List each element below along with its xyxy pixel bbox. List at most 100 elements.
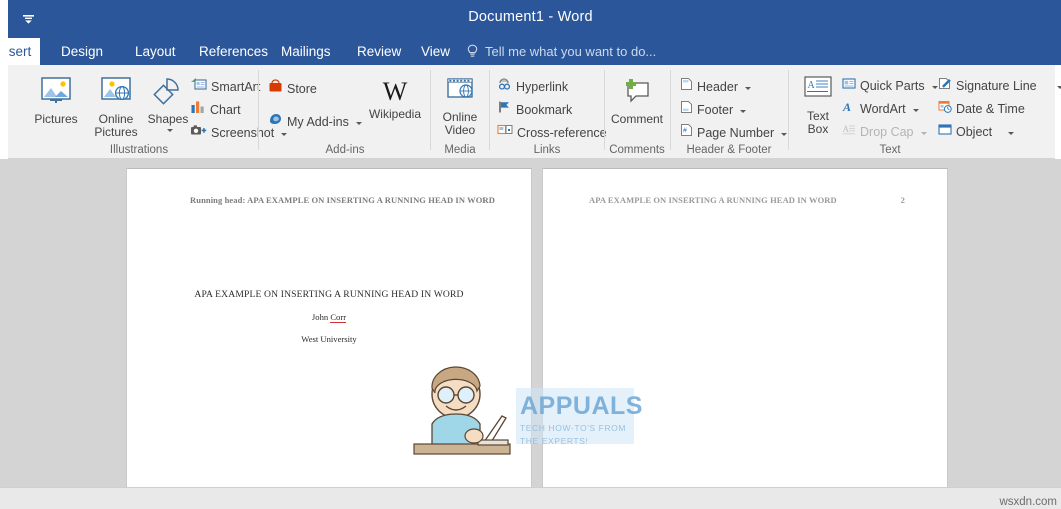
wikipedia-icon: W <box>382 77 408 106</box>
comment-icon <box>621 77 653 110</box>
my-addins-button[interactable]: My Add-ins <box>268 112 362 131</box>
drop-cap-icon: A <box>842 123 856 141</box>
page-number-chevron-down-icon[interactable] <box>781 132 788 136</box>
comment-button[interactable]: Comment <box>608 77 666 126</box>
tab-insert[interactable]: sert <box>0 38 40 65</box>
shapes-button[interactable]: Shapes <box>144 75 192 132</box>
page-number-button[interactable]: # Page Number <box>680 123 788 142</box>
footer-button[interactable]: Footer <box>680 100 747 119</box>
tab-layout[interactable]: Layout <box>126 38 185 65</box>
smartart-icon <box>190 77 207 96</box>
header-icon <box>680 77 693 96</box>
text-box-icon: A <box>803 75 833 107</box>
pictures-label: Pictures <box>34 112 78 126</box>
group-label-text: Text <box>879 144 901 156</box>
header-button[interactable]: Header <box>680 77 751 96</box>
signature-line-label: Signature Line <box>956 79 1037 93</box>
chart-button[interactable]: Chart <box>190 100 241 119</box>
group-label-illustrations: Illustrations <box>109 144 169 156</box>
page1-title-block[interactable]: APA EXAMPLE ON INSERTING A RUNNING HEAD … <box>127 289 531 344</box>
ribbon-group-media: Online Video Media <box>432 65 488 159</box>
tab-references[interactable]: References <box>190 38 277 65</box>
my-addins-label: My Add-ins <box>287 114 349 129</box>
object-button[interactable]: Object <box>938 123 1015 141</box>
date-time-button[interactable]: Date & Time <box>938 100 1025 118</box>
page-number-label: Page Number <box>697 125 775 140</box>
wordart-button[interactable]: A WordArt <box>842 100 919 118</box>
wordart-chevron-down-icon[interactable] <box>912 109 919 112</box>
wikipedia-label: Wikipedia <box>368 107 422 121</box>
group-separator-2 <box>430 70 431 150</box>
ribbon-left-edge <box>0 65 8 159</box>
page2-running-head[interactable]: APA EXAMPLE ON INSERTING A RUNNING HEAD … <box>543 195 947 205</box>
tab-mailings[interactable]: Mailings <box>272 38 340 65</box>
online-video-label-line1: Online <box>442 110 478 124</box>
group-separator-1 <box>258 70 259 150</box>
tab-view[interactable]: View <box>412 38 459 65</box>
group-label-media: Media <box>444 144 476 156</box>
group-label-header-footer: Header & Footer <box>686 144 772 156</box>
drop-cap-chevron-down-icon[interactable] <box>920 132 927 135</box>
cross-reference-label: Cross-reference <box>517 125 607 140</box>
store-button[interactable]: Store <box>268 79 317 98</box>
wikipedia-button[interactable]: W Wikipedia <box>366 79 424 121</box>
online-video-button[interactable]: Online Video <box>434 75 486 136</box>
footer-chevron-down-icon[interactable] <box>740 109 747 113</box>
drop-cap-label: Drop Cap <box>860 125 914 139</box>
group-separator-4 <box>604 70 605 150</box>
online-pictures-label-line1: Online <box>98 112 134 126</box>
quick-parts-button[interactable]: Quick Parts <box>842 77 938 95</box>
group-separator-6 <box>788 70 789 150</box>
page-number-icon: # <box>680 123 693 142</box>
footer-label: Footer <box>697 102 734 117</box>
shapes-chevron-down-icon[interactable] <box>166 128 173 132</box>
page1-author-last-misspelled: Corr <box>330 312 347 323</box>
page2-page-number: 2 <box>900 195 905 205</box>
page1-running-head[interactable]: Running head: APA EXAMPLE ON INSERTING A… <box>127 195 531 205</box>
drop-cap-button[interactable]: A Drop Cap <box>842 123 927 141</box>
page1-author-first: John <box>311 312 331 322</box>
signature-line-chevron-down-icon[interactable] <box>1056 86 1061 89</box>
signature-line-button[interactable]: Signature Line <box>938 77 1061 95</box>
date-time-label: Date & Time <box>956 102 1025 116</box>
smartart-button[interactable]: SmartArt <box>190 77 260 96</box>
store-icon <box>268 79 283 98</box>
online-pictures-icon <box>99 75 133 110</box>
online-video-label-line2: Video <box>444 122 476 137</box>
document-canvas[interactable]: Running head: APA EXAMPLE ON INSERTING A… <box>0 159 1061 509</box>
object-label: Object <box>956 125 993 139</box>
page1-paper-title: APA EXAMPLE ON INSERTING A RUNNING HEAD … <box>194 289 464 300</box>
svg-text:A: A <box>843 124 850 134</box>
page1-author-line: John Corr <box>127 312 531 323</box>
my-addins-chevron-down-icon[interactable] <box>355 121 362 125</box>
document-page-1[interactable]: Running head: APA EXAMPLE ON INSERTING A… <box>126 168 532 509</box>
hyperlink-icon <box>497 77 512 96</box>
header-chevron-down-icon[interactable] <box>745 86 751 90</box>
ribbon-group-header-footer: Header Footer # Page Number Header & Foo… <box>672 65 788 159</box>
text-box-button[interactable]: A Text Box <box>796 75 840 135</box>
tell-me-search[interactable]: Tell me what you want to do... <box>466 38 656 65</box>
bookmark-button[interactable]: Bookmark <box>497 100 572 119</box>
hyperlink-button[interactable]: Hyperlink <box>497 77 568 96</box>
object-chevron-down-icon[interactable] <box>1008 132 1015 135</box>
signature-line-icon <box>938 77 952 95</box>
svg-text:#: # <box>683 127 687 134</box>
wordart-icon: A <box>842 100 856 118</box>
page1-header-text: Running head: APA EXAMPLE ON INSERTING A… <box>190 195 495 205</box>
group-label-comments: Comments <box>609 144 665 156</box>
chart-icon <box>190 100 206 119</box>
pictures-button[interactable]: Pictures <box>28 75 84 126</box>
document-page-2[interactable]: APA EXAMPLE ON INSERTING A RUNNING HEAD … <box>542 168 948 509</box>
online-pictures-button[interactable]: Online Pictures <box>88 75 144 138</box>
quick-parts-chevron-down-icon[interactable] <box>931 86 938 89</box>
svg-text:A: A <box>842 100 851 113</box>
cross-reference-button[interactable]: Cross-reference <box>497 123 607 142</box>
tab-review[interactable]: Review <box>348 38 410 65</box>
store-label: Store <box>287 81 317 96</box>
tell-me-label: Tell me what you want to do... <box>485 44 657 59</box>
text-box-label-line2: Box <box>807 121 829 136</box>
cross-reference-icon <box>497 123 513 142</box>
screenshot-icon <box>190 123 207 142</box>
tab-design[interactable]: Design <box>52 38 112 65</box>
site-watermark: wsxdn.com <box>999 496 1057 508</box>
